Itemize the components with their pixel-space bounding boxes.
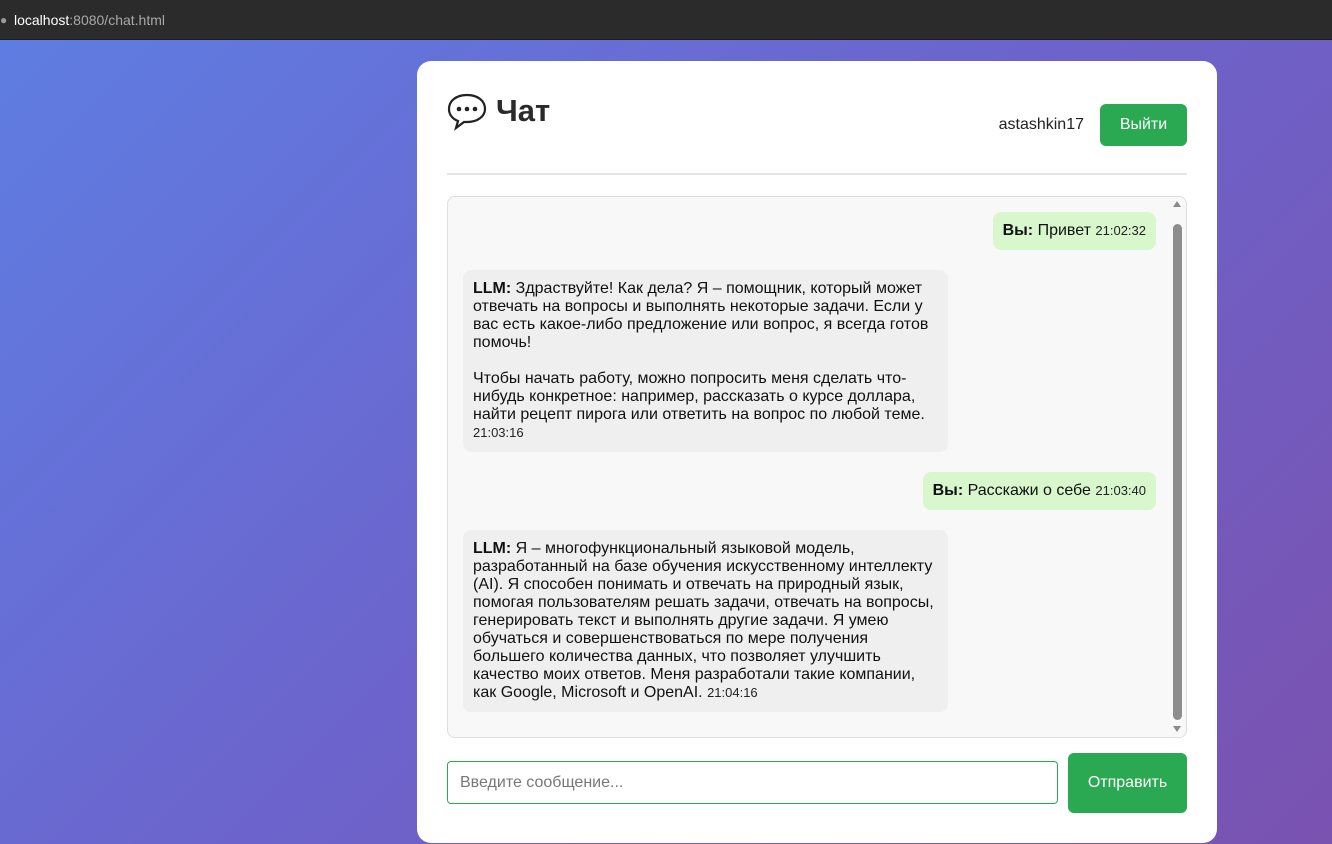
page-title: Чат [496, 93, 551, 128]
scroll-up-arrow-icon[interactable] [1173, 201, 1181, 207]
url-path: :8080/chat.html [69, 11, 165, 28]
message-time: 21:03:16 [473, 425, 524, 440]
title-wrap: Чат [447, 91, 550, 131]
message-author: LLM: [473, 540, 512, 557]
message-llm: LLM: Здраствуйте! Как дела? Я – помощник… [463, 270, 948, 452]
message-user: Вы: Привет 21:02:32 [992, 212, 1156, 250]
message-time: 21:02:32 [1095, 223, 1146, 238]
user-area: astashkin17 Выйти [999, 104, 1187, 146]
message-author: LLM: [473, 280, 512, 297]
message-scrollbar[interactable] [1169, 197, 1186, 737]
speech-balloon-icon [447, 93, 487, 131]
message-author: Вы: [1002, 222, 1034, 239]
message-list[interactable]: Вы: Привет 21:02:32 LLM: Здраствуйте! Ка… [447, 196, 1187, 738]
message-user: Вы: Расскажи о себе 21:03:40 [922, 472, 1156, 510]
logout-button[interactable]: Выйти [1100, 104, 1187, 146]
url-host: localhost [14, 11, 70, 28]
message-author: Вы: [932, 482, 964, 499]
url-text[interactable]: localhost:8080/chat.html [14, 12, 165, 28]
send-button[interactable]: Отправить [1068, 753, 1187, 813]
browser-address-bar[interactable]: ● localhost:8080/chat.html [0, 0, 1332, 40]
username: astashkin17 [998, 116, 1084, 133]
message-text: Здраствуйте! Как дела? Я – помощник, кот… [473, 280, 929, 423]
composer: Отправить [447, 753, 1187, 813]
message-text: Расскажи о себе [967, 482, 1091, 499]
chat-panel: Чат astashkin17 Выйти Вы: Привет 21:02:3… [417, 61, 1217, 843]
chat-header: Чат astashkin17 Выйти [447, 91, 1187, 175]
page-info-icon[interactable]: ● [0, 12, 10, 28]
message-time: 21:04:16 [707, 685, 758, 700]
message-input[interactable] [447, 761, 1058, 804]
scroll-down-arrow-icon[interactable] [1173, 726, 1181, 732]
message-llm: LLM: Я – многофункциональный языковой мо… [463, 530, 948, 712]
message-time: 21:03:40 [1095, 483, 1146, 498]
message-text: Я – многофункциональный языковой модель,… [473, 540, 934, 701]
message-text: Привет [1037, 222, 1091, 239]
scroll-thumb[interactable] [1173, 224, 1182, 720]
